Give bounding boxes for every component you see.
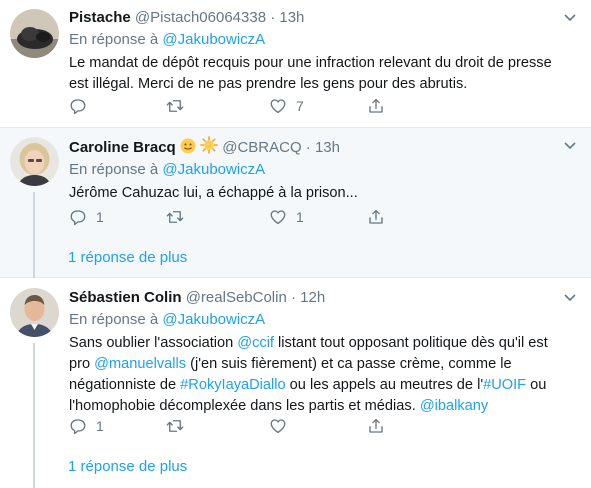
chevron-down-icon[interactable]: [563, 141, 577, 151]
show-more-replies-link[interactable]: 1 réponse de plus: [68, 458, 187, 475]
thread-line: [33, 343, 35, 488]
avatar[interactable]: [10, 288, 59, 337]
like-count: 1: [296, 209, 304, 225]
timestamp[interactable]: 13h: [279, 9, 304, 26]
retweet-icon: [166, 420, 184, 432]
mention-link[interactable]: @ccif: [237, 335, 274, 351]
retweet-icon: [166, 100, 184, 112]
separator-dot: ·: [305, 139, 311, 156]
like-icon: [270, 210, 286, 225]
tweet-text-line: Sans oublier l'association @ccif listant…: [69, 333, 581, 354]
share-button[interactable]: [367, 97, 385, 115]
tweet-text-line: est illégal. Merci de ne pas prendre les…: [69, 76, 468, 92]
author-name[interactable]: Pistache: [69, 9, 131, 26]
text-segment: listant tout opposant politique dès qu'i…: [274, 335, 548, 351]
reply-prefix: En réponse à: [69, 161, 163, 178]
hashtag-link[interactable]: #UOIF: [483, 377, 526, 393]
retweet-icon: [166, 211, 184, 223]
tweet-text-line: l'homophobie décomplexée dans les partis…: [69, 396, 581, 417]
timestamp[interactable]: 13h: [315, 139, 340, 156]
like-icon: [270, 419, 286, 434]
retweet-button[interactable]: [166, 97, 193, 115]
avatar[interactable]: [10, 137, 59, 186]
tweet-sebastien-colin[interactable]: Sébastien Colin @realSebColin · 12h En r…: [0, 278, 591, 488]
tweet-text-line: négationniste de #RokyIayaDiallo ou les …: [69, 375, 581, 396]
reply-count: 1: [96, 418, 104, 434]
text-segment: négationniste de: [69, 377, 181, 393]
share-icon: [369, 209, 383, 224]
text-segment: ou les appels au meutres de l': [285, 377, 484, 393]
chevron-down-icon[interactable]: [563, 293, 577, 303]
retweet-button[interactable]: [166, 208, 193, 226]
reply-prefix: En réponse à: [69, 31, 163, 48]
author-handle[interactable]: @CBRACQ: [222, 139, 301, 156]
reply-icon: [70, 99, 86, 115]
reply-button[interactable]: 1: [69, 208, 104, 226]
reply-prefix: En réponse à: [69, 311, 163, 328]
like-button[interactable]: [269, 417, 296, 435]
mention-link[interactable]: @ibalkany: [420, 398, 488, 414]
reply-context: En réponse à @JakubowiczA: [69, 160, 581, 180]
like-icon: [270, 99, 286, 114]
text-segment: pro: [69, 356, 95, 372]
text-segment: Sans oublier l'association: [69, 335, 238, 351]
retweet-button[interactable]: [166, 417, 193, 435]
tweet-text-line: pro @manuelvalls (j'en suis fièrement) e…: [69, 354, 581, 375]
mention-link[interactable]: @JakubowiczA: [162, 311, 265, 328]
tweet-pistache[interactable]: Pistache @Pistach06064338 · 13h En répon…: [0, 0, 591, 128]
tweet-actions: 7: [69, 97, 399, 117]
tweet-text-line: Jérôme Cahuzac lui, a échappé à la priso…: [69, 185, 358, 201]
avatar[interactable]: [10, 9, 59, 58]
text-segment: l'homophobie décomplexée dans les partis…: [69, 398, 420, 414]
share-button[interactable]: [367, 208, 385, 226]
reply-button[interactable]: [69, 97, 96, 115]
author-handle[interactable]: @Pistach06064338: [135, 9, 266, 26]
tweet-text: Sans oublier l'association @ccif listant…: [69, 333, 581, 417]
reply-icon: [70, 210, 86, 226]
like-count: 7: [296, 98, 304, 114]
separator-dot: ·: [291, 289, 296, 306]
tweet-actions: 1: [69, 417, 399, 437]
chevron-down-icon[interactable]: [563, 13, 577, 23]
tweet-text-line: Le mandat de dépôt recquis pour une infr…: [69, 55, 552, 71]
timestamp[interactable]: 12h: [300, 289, 325, 306]
mention-link[interactable]: @manuelvalls: [94, 356, 186, 372]
sun-emoji: [200, 136, 218, 154]
smiling-face-emoji: [180, 138, 196, 154]
mention-link[interactable]: @JakubowiczA: [162, 31, 265, 48]
author-name[interactable]: Caroline Bracq: [69, 139, 176, 156]
reply-icon: [70, 419, 86, 435]
thread-line: [33, 192, 35, 278]
hashtag-link[interactable]: #RokyIayaDiallo: [180, 377, 285, 393]
text-segment: (j'en suis fièrement) et ca passe crème,…: [186, 356, 512, 372]
like-button[interactable]: 7: [269, 97, 304, 115]
reply-context: En réponse à @JakubowiczA: [69, 310, 581, 330]
author-name[interactable]: Sébastien Colin: [69, 289, 182, 306]
mention-link[interactable]: @JakubowiczA: [162, 161, 265, 178]
reply-count: 1: [96, 209, 104, 225]
reply-button[interactable]: 1: [69, 417, 104, 435]
share-button[interactable]: [367, 417, 385, 435]
like-button[interactable]: 1: [269, 208, 304, 226]
tweet-text: Jérôme Cahuzac lui, a échappé à la priso…: [69, 183, 581, 204]
reply-context: En réponse à @JakubowiczA: [69, 30, 581, 50]
tweet-caroline-bracq[interactable]: Caroline Bracq @CBRACQ · 13h En réponse: [0, 128, 591, 278]
show-more-replies-link[interactable]: 1 réponse de plus: [68, 249, 187, 266]
text-segment: ou: [526, 377, 547, 393]
tweet-actions: 1 1: [69, 208, 399, 228]
share-icon: [369, 98, 383, 113]
share-icon: [369, 418, 383, 433]
separator-dot: ·: [270, 9, 276, 26]
author-handle[interactable]: @realSebColin: [186, 289, 287, 306]
tweet-text: Le mandat de dépôt recquis pour une infr…: [69, 53, 581, 95]
